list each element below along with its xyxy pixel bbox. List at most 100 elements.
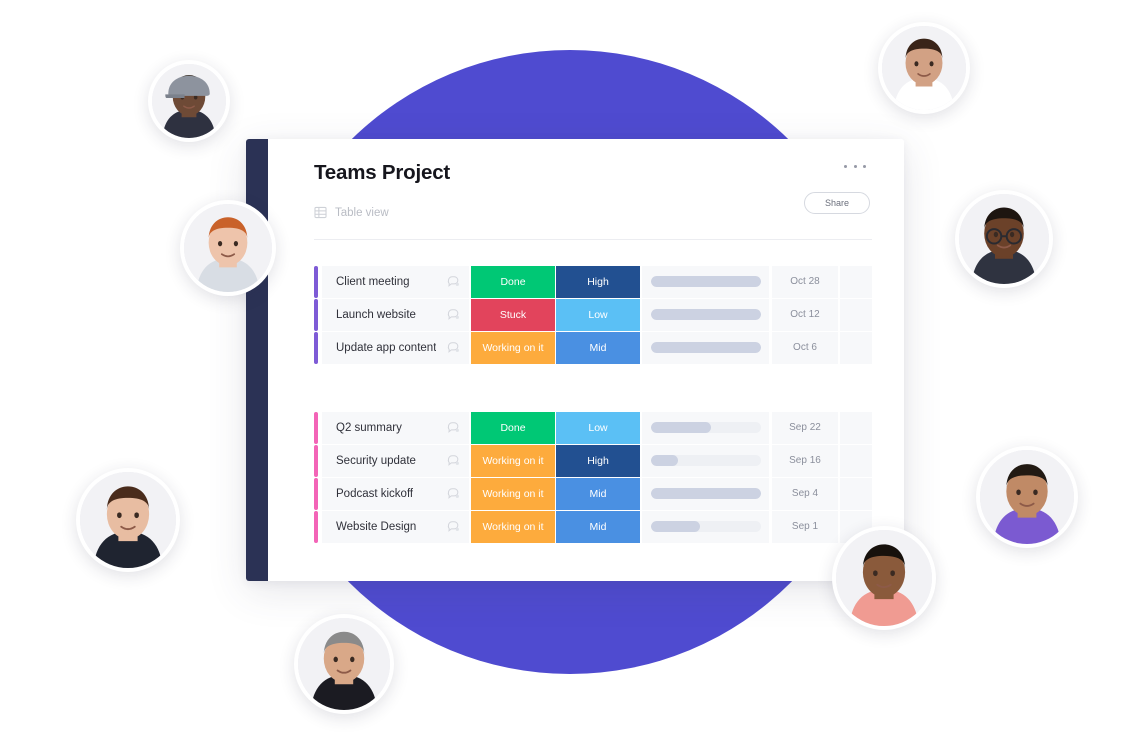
date-label: Oct 12 [790, 309, 820, 321]
status-label: Working on it [482, 341, 544, 354]
table-row[interactable]: Client meeting Done High Oct 28 [314, 265, 872, 298]
avatar-top-right [878, 22, 970, 114]
extra-column-cell[interactable] [840, 298, 872, 331]
table-view-icon [314, 206, 327, 219]
status-badge[interactable]: Working on it [471, 477, 555, 510]
progress-cell[interactable] [642, 298, 770, 331]
comment-bubble-icon[interactable] [446, 420, 461, 435]
avatar-photo [980, 450, 1074, 544]
date-cell[interactable]: Sep 22 [772, 411, 838, 444]
comment-bubble-icon[interactable] [446, 486, 461, 501]
status-badge[interactable]: Done [471, 411, 555, 444]
table-row[interactable]: Security update Working on it High Sep 16 [314, 444, 872, 477]
task-name-cell[interactable]: Website Design [322, 510, 470, 543]
extra-column-cell[interactable] [840, 444, 872, 477]
priority-badge[interactable]: Mid [556, 510, 640, 543]
progress-fill [650, 276, 761, 288]
date-cell[interactable]: Sep 4 [772, 477, 838, 510]
table-row[interactable]: Update app content Working on it Mid Oct 6 [314, 331, 872, 364]
task-name-label: Security update [336, 454, 416, 467]
progress-cell[interactable] [642, 265, 770, 298]
task-name-cell[interactable]: Client meeting [322, 265, 470, 298]
avatar-bottom-center [832, 526, 936, 630]
avatar-bottom-left [294, 614, 394, 714]
progress-track [650, 422, 761, 434]
avatar-photo [959, 194, 1049, 284]
table-row[interactable]: Podcast kickoff Working on it Mid Sep 4 [314, 477, 872, 510]
header-divider [314, 238, 872, 240]
page-title: Teams Project [314, 161, 451, 184]
date-cell[interactable]: Oct 12 [772, 298, 838, 331]
row-accent-bar [314, 265, 318, 298]
progress-fill [650, 521, 700, 533]
priority-badge[interactable]: Low [556, 298, 640, 331]
progress-track [650, 309, 761, 321]
avatar-top-left [148, 60, 230, 142]
progress-cell[interactable] [642, 510, 770, 543]
status-badge[interactable]: Working on it [471, 444, 555, 477]
avatar-photo [836, 530, 932, 626]
task-name-cell[interactable]: Security update [322, 444, 470, 477]
extra-column-cell[interactable] [840, 477, 872, 510]
status-badge[interactable]: Stuck [471, 298, 555, 331]
project-board-card: Teams Project Table view Share Client me… [246, 139, 904, 581]
status-label: Done [500, 275, 526, 288]
status-badge[interactable]: Done [471, 265, 555, 298]
extra-column-cell[interactable] [840, 265, 872, 298]
status-label: Stuck [499, 308, 527, 321]
task-name-cell[interactable]: Q2 summary [322, 411, 470, 444]
date-cell[interactable]: Oct 6 [772, 331, 838, 364]
progress-cell[interactable] [642, 444, 770, 477]
board-groups: Client meeting Done High Oct 28 Launch websi… [268, 265, 890, 543]
row-accent-bar [314, 510, 318, 543]
table-row[interactable]: Launch website Stuck Low Oct 12 [314, 298, 872, 331]
progress-cell[interactable] [642, 331, 770, 364]
comment-bubble-icon[interactable] [446, 340, 461, 355]
priority-badge[interactable]: Low [556, 411, 640, 444]
comment-bubble-icon[interactable] [446, 519, 461, 534]
extra-column-cell[interactable] [840, 331, 872, 364]
priority-label: Low [588, 308, 608, 321]
progress-fill [650, 455, 678, 467]
priority-badge[interactable]: Mid [556, 477, 640, 510]
progress-track [650, 488, 761, 500]
share-button-label: Share [824, 198, 850, 208]
more-options-icon[interactable] [844, 159, 866, 173]
progress-track [650, 276, 761, 288]
task-name-label: Launch website [336, 308, 416, 321]
progress-fill [650, 309, 761, 321]
row-accent-bar [314, 477, 318, 510]
progress-fill [650, 422, 711, 434]
task-name-cell[interactable]: Podcast kickoff [322, 477, 470, 510]
avatar-photo [882, 26, 966, 110]
status-badge[interactable]: Working on it [471, 510, 555, 543]
priority-label: Mid [589, 487, 607, 500]
progress-cell[interactable] [642, 477, 770, 510]
priority-badge[interactable]: Mid [556, 331, 640, 364]
table-row[interactable]: Website Design Working on it Mid Sep 1 [314, 510, 872, 543]
avatar-left-upper [180, 200, 276, 296]
date-cell[interactable]: Sep 16 [772, 444, 838, 477]
task-name-cell[interactable]: Launch website [322, 298, 470, 331]
status-badge[interactable]: Working on it [471, 331, 555, 364]
progress-cell[interactable] [642, 411, 770, 444]
comment-bubble-icon[interactable] [446, 453, 461, 468]
task-name-label: Client meeting [336, 275, 410, 288]
avatar-right-lower [976, 446, 1078, 548]
comment-bubble-icon[interactable] [446, 274, 461, 289]
task-name-label: Website Design [336, 520, 417, 533]
task-name-label: Q2 summary [336, 421, 402, 434]
share-button[interactable]: Share [804, 192, 870, 214]
board-group-1: Client meeting Done High Oct 28 Launch websi… [314, 265, 872, 364]
status-label: Done [500, 421, 526, 434]
priority-badge[interactable]: High [556, 265, 640, 298]
date-cell[interactable]: Sep 1 [772, 510, 838, 543]
view-selector[interactable]: Table view [314, 200, 872, 226]
table-row[interactable]: Q2 summary Done Low Sep 22 [314, 411, 872, 444]
priority-badge[interactable]: High [556, 444, 640, 477]
date-cell[interactable]: Oct 28 [772, 265, 838, 298]
extra-column-cell[interactable] [840, 411, 872, 444]
task-name-cell[interactable]: Update app content [322, 331, 470, 364]
comment-bubble-icon[interactable] [446, 307, 461, 322]
priority-label: Mid [589, 520, 607, 533]
